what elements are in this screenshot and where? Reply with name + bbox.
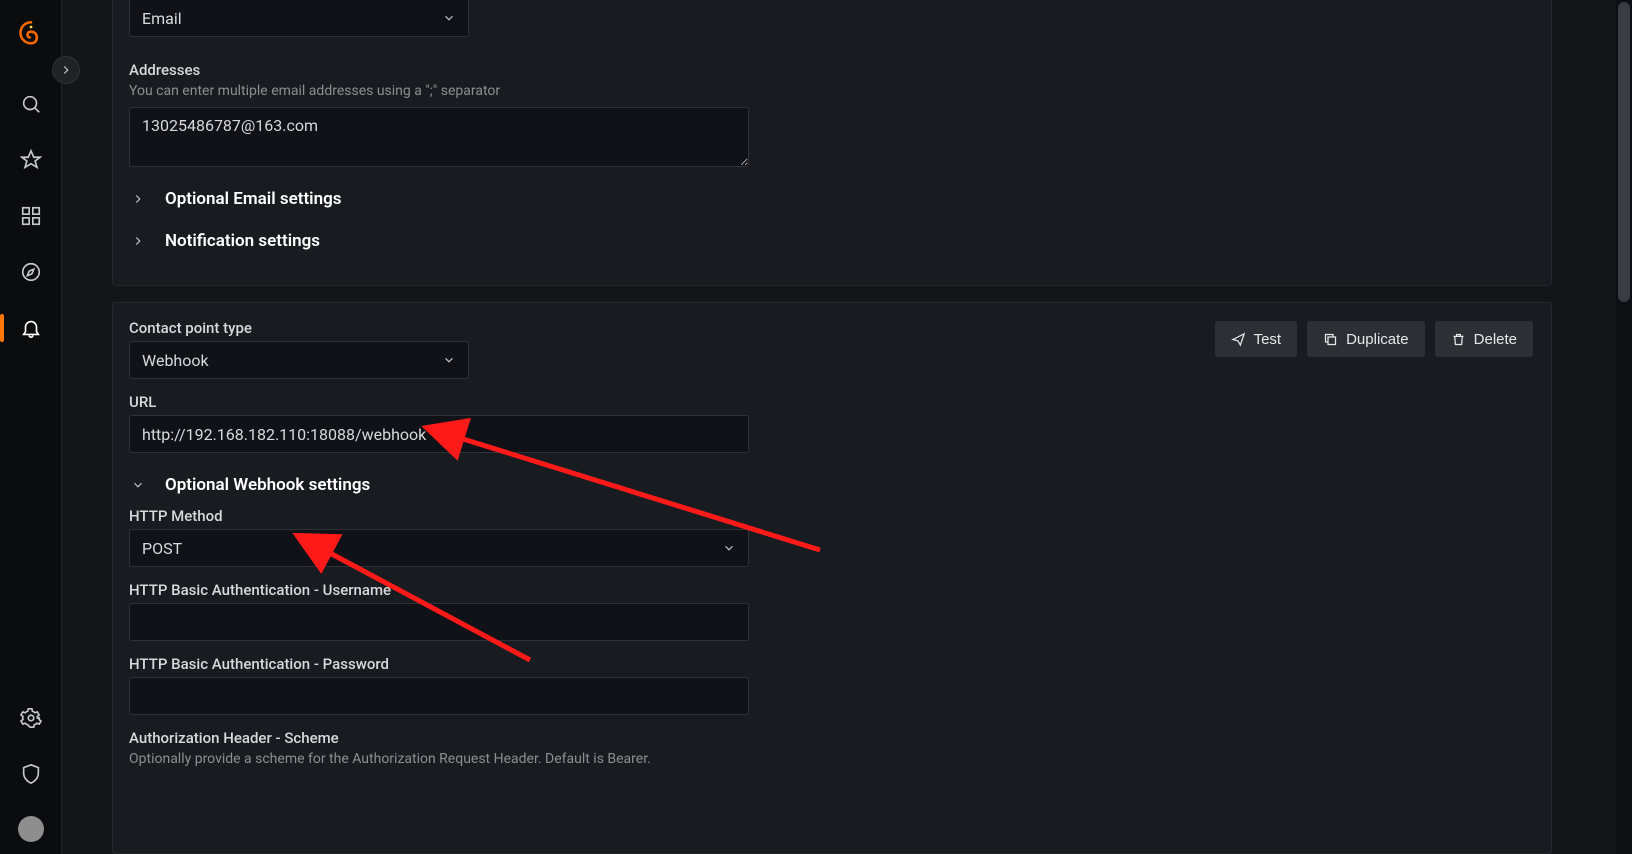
contact-type-select-webhook[interactable]: Webhook (129, 341, 469, 379)
panel-actions: Test Duplicate Delete (1215, 321, 1533, 357)
url-label: URL (129, 393, 1535, 411)
delete-button[interactable]: Delete (1435, 321, 1533, 357)
http-method-select[interactable]: POST (129, 529, 749, 567)
copy-icon (1323, 332, 1338, 347)
contact-type-value: Email (142, 9, 182, 28)
optional-webhook-settings-label: Optional Webhook settings (165, 475, 370, 495)
http-method-value: POST (142, 539, 182, 558)
chevron-down-icon (131, 478, 145, 492)
optional-webhook-settings-toggle[interactable]: Optional Webhook settings (129, 475, 1535, 495)
scrollbar-track[interactable] (1616, 0, 1632, 854)
bell-icon (20, 317, 42, 339)
chevron-down-icon (442, 11, 456, 25)
sidebar-item-explore[interactable] (0, 244, 62, 300)
auth-scheme-hint: Optionally provide a scheme for the Auth… (129, 751, 1535, 767)
chevron-right-icon (131, 234, 145, 248)
sidebar-expand-button[interactable] (52, 56, 80, 84)
shield-icon (20, 763, 42, 785)
star-icon (20, 149, 42, 171)
http-method-label: HTTP Method (129, 507, 1535, 525)
grafana-logo-icon (17, 20, 45, 48)
compass-icon (20, 261, 42, 283)
addresses-label: Addresses (129, 61, 1535, 79)
contact-type-value: Webhook (142, 351, 209, 370)
addresses-hint: You can enter multiple email addresses u… (129, 83, 1535, 99)
avatar[interactable] (18, 816, 44, 842)
apps-icon (20, 205, 42, 227)
scrollbar-thumb[interactable] (1618, 2, 1630, 302)
chevron-down-icon (722, 541, 736, 555)
contact-type-select-email[interactable]: Email (129, 0, 469, 37)
url-input[interactable] (129, 415, 749, 453)
gear-icon (20, 707, 42, 729)
contact-point-webhook-panel: Test Duplicate Delete Contact point type… (112, 302, 1552, 854)
delete-button-label: Delete (1474, 331, 1517, 348)
search-icon (20, 93, 42, 115)
addresses-input[interactable] (129, 107, 749, 167)
sidebar-item-dashboards[interactable] (0, 188, 62, 244)
sidebar-item-search[interactable] (0, 76, 62, 132)
sidebar-item-starred[interactable] (0, 132, 62, 188)
sidebar-item-alerting[interactable] (0, 300, 62, 356)
duplicate-button-label: Duplicate (1346, 331, 1409, 348)
notification-settings-toggle[interactable]: Notification settings (129, 231, 1535, 251)
chevron-right-icon (59, 63, 73, 77)
send-icon (1231, 332, 1246, 347)
notification-settings-label: Notification settings (165, 231, 320, 251)
sidebar-item-configuration[interactable] (0, 690, 62, 746)
basic-auth-user-label: HTTP Basic Authentication - Username (129, 581, 1535, 599)
auth-scheme-label: Authorization Header - Scheme (129, 729, 1535, 747)
optional-email-settings-toggle[interactable]: Optional Email settings (129, 189, 1535, 209)
test-button-label: Test (1254, 331, 1282, 348)
basic-auth-pass-label: HTTP Basic Authentication - Password (129, 655, 1535, 673)
sidebar (0, 0, 62, 854)
sidebar-item-admin[interactable] (0, 746, 62, 802)
chevron-right-icon (131, 192, 145, 206)
basic-auth-pass-input[interactable] (129, 677, 749, 715)
chevron-down-icon (442, 353, 456, 367)
optional-email-settings-label: Optional Email settings (165, 189, 341, 209)
trash-icon (1451, 332, 1466, 347)
main-content: Email Addresses You can enter multiple e… (62, 0, 1632, 854)
basic-auth-user-input[interactable] (129, 603, 749, 641)
test-button[interactable]: Test (1215, 321, 1298, 357)
duplicate-button[interactable]: Duplicate (1307, 321, 1425, 357)
contact-point-email-panel: Email Addresses You can enter multiple e… (112, 0, 1552, 286)
